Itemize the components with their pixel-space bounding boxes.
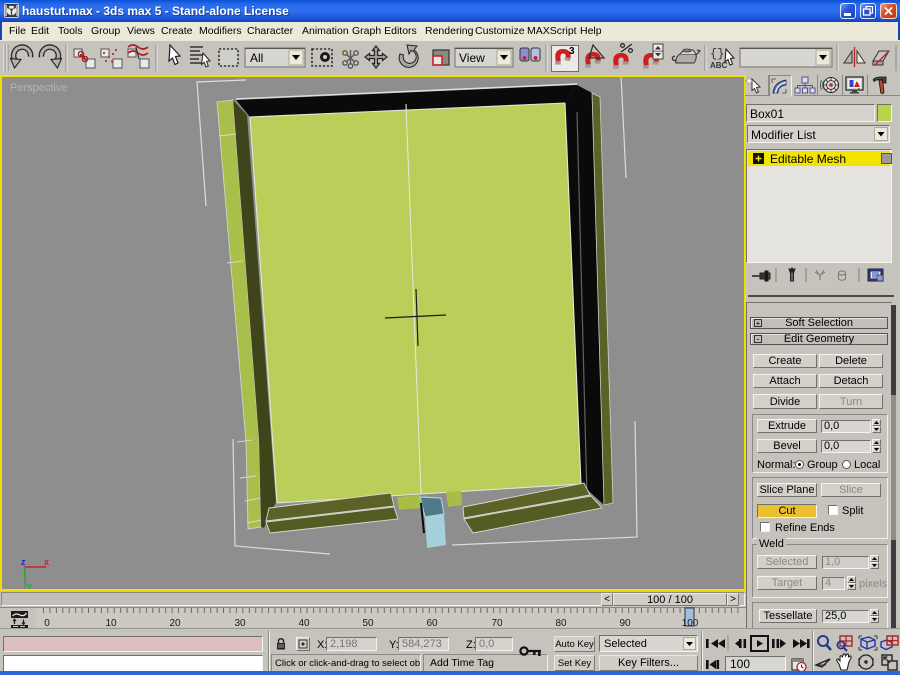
svg-text:y: y: [27, 581, 32, 589]
svg-text:x: x: [44, 557, 49, 567]
svg-text:100: 100: [682, 618, 699, 628]
svg-text:3: 3: [569, 46, 575, 57]
svg-text:80: 80: [555, 618, 567, 628]
svg-text:View: View: [459, 51, 485, 65]
svg-text:30: 30: [234, 618, 246, 628]
svg-text:10: 10: [105, 618, 117, 628]
svg-text:z: z: [21, 557, 26, 567]
svg-text:All: All: [250, 51, 263, 65]
svg-text:{}: {}: [710, 47, 724, 61]
svg-text:40: 40: [298, 618, 310, 628]
svg-text:70: 70: [491, 618, 503, 628]
svg-text:50: 50: [362, 618, 374, 628]
svg-text:0: 0: [44, 618, 50, 628]
svg-text:20: 20: [169, 618, 181, 628]
svg-text:90: 90: [619, 618, 631, 628]
svg-text:60: 60: [426, 618, 438, 628]
